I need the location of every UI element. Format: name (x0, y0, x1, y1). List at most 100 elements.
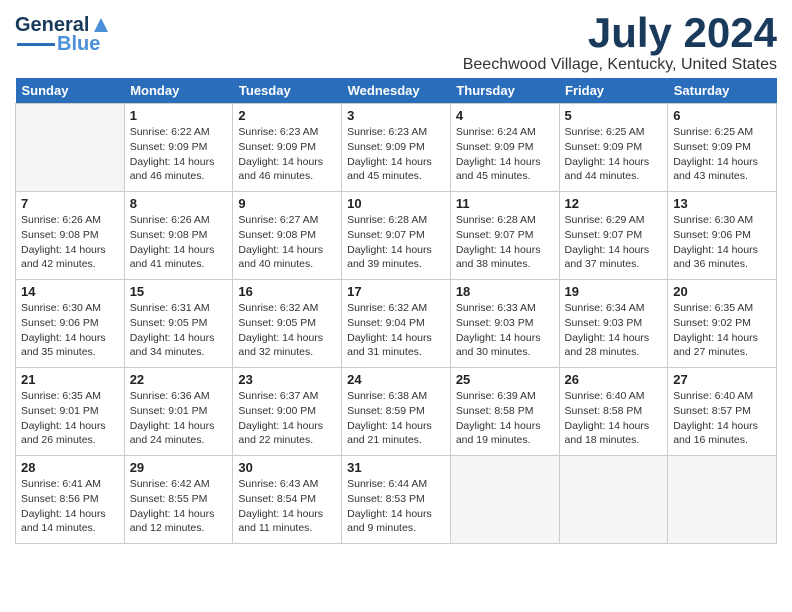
calendar-week-1: 1Sunrise: 6:22 AM Sunset: 9:09 PM Daylig… (16, 104, 777, 192)
calendar-cell: 26 Sunrise: 6:40 AM Sunset: 8:58 PM Dayli… (559, 368, 668, 456)
calendar-cell: 16 Sunrise: 6:32 AM Sunset: 9:05 PM Dayli… (233, 280, 342, 368)
calendar-cell: 10 Sunrise: 6:28 AM Sunset: 9:07 PM Dayli… (342, 192, 451, 280)
day-info: Sunrise: 6:30 AM Sunset: 9:06 PM Dayligh… (673, 213, 771, 272)
calendar-cell: 27 Sunrise: 6:40 AM Sunset: 8:57 PM Dayli… (668, 368, 777, 456)
day-number: 12 (565, 196, 663, 211)
day-number: 24 (347, 372, 445, 387)
day-number: 23 (238, 372, 336, 387)
day-info: Sunrise: 6:25 AM Sunset: 9:09 PM Dayligh… (565, 125, 663, 184)
calendar-cell (450, 456, 559, 544)
calendar-cell (559, 456, 668, 544)
day-info: Sunrise: 6:42 AM Sunset: 8:55 PM Dayligh… (130, 477, 228, 536)
weekday-header-saturday: Saturday (668, 78, 777, 104)
day-number: 26 (565, 372, 663, 387)
day-info: Sunrise: 6:29 AM Sunset: 9:07 PM Dayligh… (565, 213, 663, 272)
calendar-cell: 23Sunrise: 6:37 AM Sunset: 9:00 PM Dayli… (233, 368, 342, 456)
calendar-cell: 11 Sunrise: 6:28 AM Sunset: 9:07 PM Dayli… (450, 192, 559, 280)
day-info: Sunrise: 6:28 AM Sunset: 9:07 PM Dayligh… (456, 213, 554, 272)
day-info: Sunrise: 6:32 AM Sunset: 9:05 PM Dayligh… (238, 301, 336, 360)
calendar-cell: 17 Sunrise: 6:32 AM Sunset: 9:04 PM Dayli… (342, 280, 451, 368)
calendar-cell: 3Sunrise: 6:23 AM Sunset: 9:09 PM Daylig… (342, 104, 451, 192)
calendar-cell: 25 Sunrise: 6:39 AM Sunset: 8:58 PM Dayli… (450, 368, 559, 456)
day-info: Sunrise: 6:43 AM Sunset: 8:54 PM Dayligh… (238, 477, 336, 536)
day-number: 22 (130, 372, 228, 387)
calendar-cell: 9 Sunrise: 6:27 AM Sunset: 9:08 PM Daylig… (233, 192, 342, 280)
calendar-cell: 1Sunrise: 6:22 AM Sunset: 9:09 PM Daylig… (124, 104, 233, 192)
day-info: Sunrise: 6:30 AM Sunset: 9:06 PM Dayligh… (21, 301, 119, 360)
calendar-table: SundayMondayTuesdayWednesdayThursdayFrid… (15, 78, 777, 544)
day-number: 11 (456, 196, 554, 211)
day-number: 19 (565, 284, 663, 299)
calendar-week-5: 28 Sunrise: 6:41 AM Sunset: 8:56 PM Dayli… (16, 456, 777, 544)
weekday-header-row: SundayMondayTuesdayWednesdayThursdayFrid… (16, 78, 777, 104)
logo: General Blue (15, 14, 112, 56)
day-number: 5 (565, 108, 663, 123)
day-info: Sunrise: 6:31 AM Sunset: 9:05 PM Dayligh… (130, 301, 228, 360)
calendar-cell: 4 Sunrise: 6:24 AM Sunset: 9:09 PM Daylig… (450, 104, 559, 192)
calendar-cell: 7 Sunrise: 6:26 AM Sunset: 9:08 PM Daylig… (16, 192, 125, 280)
day-number: 16 (238, 284, 336, 299)
day-info: Sunrise: 6:35 AM Sunset: 9:01 PM Dayligh… (21, 389, 119, 448)
day-info: Sunrise: 6:39 AM Sunset: 8:58 PM Dayligh… (456, 389, 554, 448)
weekday-header-thursday: Thursday (450, 78, 559, 104)
day-number: 17 (347, 284, 445, 299)
page-header: General Blue July 2024 Beechwood Village… (15, 10, 777, 74)
day-number: 29 (130, 460, 228, 475)
day-info: Sunrise: 6:26 AM Sunset: 9:08 PM Dayligh… (21, 213, 119, 272)
calendar-cell (16, 104, 125, 192)
day-number: 4 (456, 108, 554, 123)
logo-blue: Blue (57, 33, 100, 56)
weekday-header-tuesday: Tuesday (233, 78, 342, 104)
calendar-cell: 8Sunrise: 6:26 AM Sunset: 9:08 PM Daylig… (124, 192, 233, 280)
day-number: 10 (347, 196, 445, 211)
calendar-cell: 19Sunrise: 6:34 AM Sunset: 9:03 PM Dayli… (559, 280, 668, 368)
calendar-cell: 18Sunrise: 6:33 AM Sunset: 9:03 PM Dayli… (450, 280, 559, 368)
day-info: Sunrise: 6:23 AM Sunset: 9:09 PM Dayligh… (238, 125, 336, 184)
calendar-cell: 29 Sunrise: 6:42 AM Sunset: 8:55 PM Dayli… (124, 456, 233, 544)
calendar-cell: 20 Sunrise: 6:35 AM Sunset: 9:02 PM Dayli… (668, 280, 777, 368)
calendar-cell: 5 Sunrise: 6:25 AM Sunset: 9:09 PM Daylig… (559, 104, 668, 192)
month-title: July 2024 (463, 10, 777, 56)
calendar-cell: 13Sunrise: 6:30 AM Sunset: 9:06 PM Dayli… (668, 192, 777, 280)
day-number: 8 (130, 196, 228, 211)
day-info: Sunrise: 6:32 AM Sunset: 9:04 PM Dayligh… (347, 301, 445, 360)
calendar-week-4: 21Sunrise: 6:35 AM Sunset: 9:01 PM Dayli… (16, 368, 777, 456)
day-info: Sunrise: 6:22 AM Sunset: 9:09 PM Dayligh… (130, 125, 228, 184)
calendar-cell: 2Sunrise: 6:23 AM Sunset: 9:09 PM Daylig… (233, 104, 342, 192)
day-info: Sunrise: 6:36 AM Sunset: 9:01 PM Dayligh… (130, 389, 228, 448)
weekday-header-wednesday: Wednesday (342, 78, 451, 104)
day-number: 20 (673, 284, 771, 299)
calendar-cell: 14 Sunrise: 6:30 AM Sunset: 9:06 PM Dayli… (16, 280, 125, 368)
day-info: Sunrise: 6:23 AM Sunset: 9:09 PM Dayligh… (347, 125, 445, 184)
day-info: Sunrise: 6:24 AM Sunset: 9:09 PM Dayligh… (456, 125, 554, 184)
day-number: 14 (21, 284, 119, 299)
day-info: Sunrise: 6:41 AM Sunset: 8:56 PM Dayligh… (21, 477, 119, 536)
day-info: Sunrise: 6:33 AM Sunset: 9:03 PM Dayligh… (456, 301, 554, 360)
calendar-cell: 30Sunrise: 6:43 AM Sunset: 8:54 PM Dayli… (233, 456, 342, 544)
day-number: 27 (673, 372, 771, 387)
day-info: Sunrise: 6:25 AM Sunset: 9:09 PM Dayligh… (673, 125, 771, 184)
day-info: Sunrise: 6:44 AM Sunset: 8:53 PM Dayligh… (347, 477, 445, 536)
day-info: Sunrise: 6:27 AM Sunset: 9:08 PM Dayligh… (238, 213, 336, 272)
day-info: Sunrise: 6:28 AM Sunset: 9:07 PM Dayligh… (347, 213, 445, 272)
calendar-cell (668, 456, 777, 544)
day-number: 25 (456, 372, 554, 387)
day-number: 15 (130, 284, 228, 299)
calendar-cell: 21Sunrise: 6:35 AM Sunset: 9:01 PM Dayli… (16, 368, 125, 456)
day-info: Sunrise: 6:38 AM Sunset: 8:59 PM Dayligh… (347, 389, 445, 448)
day-info: Sunrise: 6:40 AM Sunset: 8:57 PM Dayligh… (673, 389, 771, 448)
calendar-cell: 31Sunrise: 6:44 AM Sunset: 8:53 PM Dayli… (342, 456, 451, 544)
day-number: 9 (238, 196, 336, 211)
day-number: 7 (21, 196, 119, 211)
calendar-week-3: 14 Sunrise: 6:30 AM Sunset: 9:06 PM Dayli… (16, 280, 777, 368)
calendar-week-2: 7 Sunrise: 6:26 AM Sunset: 9:08 PM Daylig… (16, 192, 777, 280)
weekday-header-sunday: Sunday (16, 78, 125, 104)
day-number: 28 (21, 460, 119, 475)
calendar-body: 1Sunrise: 6:22 AM Sunset: 9:09 PM Daylig… (16, 104, 777, 544)
calendar-cell: 28 Sunrise: 6:41 AM Sunset: 8:56 PM Dayli… (16, 456, 125, 544)
day-info: Sunrise: 6:35 AM Sunset: 9:02 PM Dayligh… (673, 301, 771, 360)
day-info: Sunrise: 6:40 AM Sunset: 8:58 PM Dayligh… (565, 389, 663, 448)
day-number: 6 (673, 108, 771, 123)
calendar-cell: 12 Sunrise: 6:29 AM Sunset: 9:07 PM Dayli… (559, 192, 668, 280)
title-block: July 2024 Beechwood Village, Kentucky, U… (463, 10, 777, 74)
